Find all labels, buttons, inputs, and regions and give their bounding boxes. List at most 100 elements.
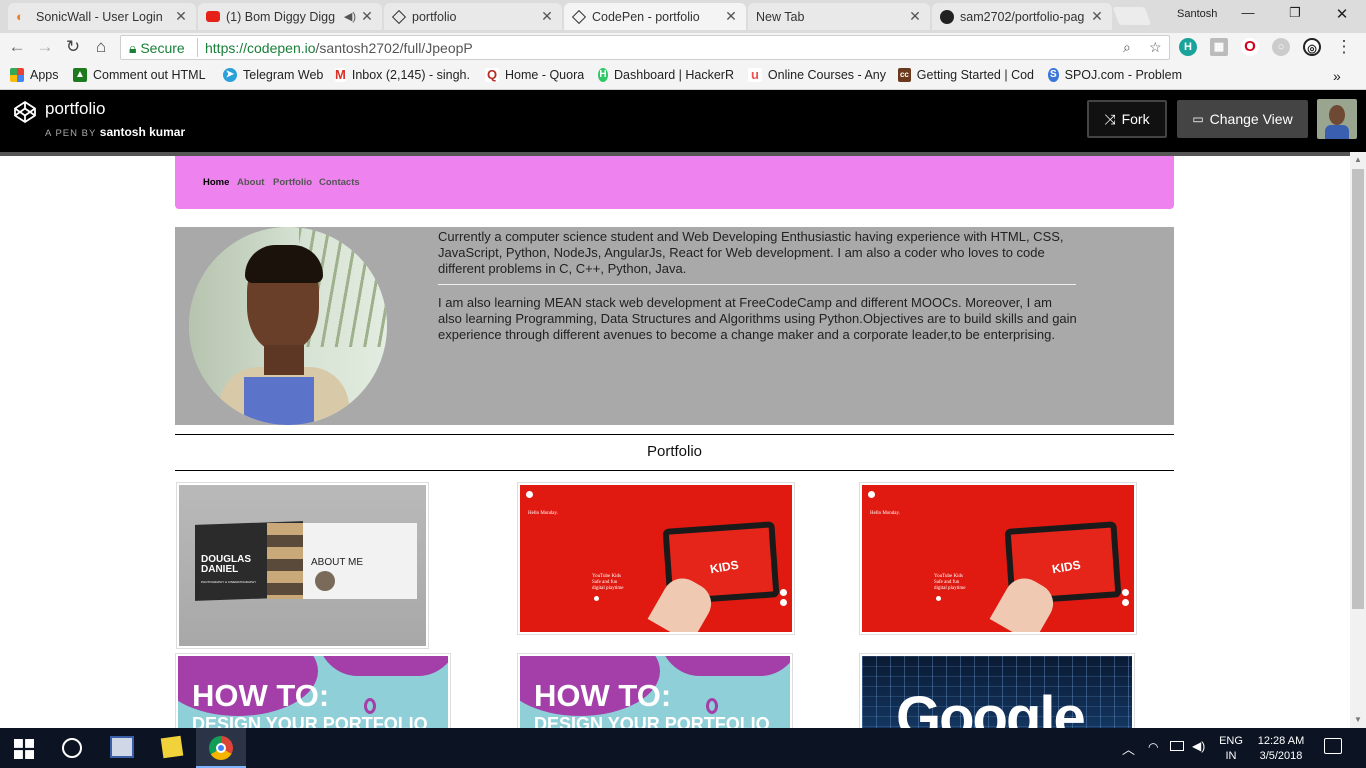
codepen-header: portfolio A PEN BY santosh kumar ⤨ Fork ▭… <box>0 90 1366 152</box>
tab-codepen-portfolio[interactable]: CodePen - portfolio ✕ <box>564 3 746 30</box>
close-icon[interactable]: ✕ <box>360 8 374 25</box>
windows-start-icon[interactable] <box>14 739 34 759</box>
portfolio-navbar: Home About Portfolio Contacts <box>175 156 1174 209</box>
bookmark-spoj[interactable]: S SPOJ.com - Problem <box>1048 68 1182 82</box>
page-scrollbar[interactable]: ▲ ▼ <box>1350 152 1366 728</box>
url-text[interactable]: https://codepen.io/santosh2702/full/Jpeo… <box>205 40 473 56</box>
sticky-notes-icon[interactable] <box>160 735 184 759</box>
author-link[interactable]: santosh kumar <box>100 125 185 139</box>
bookmark-telegram[interactable]: ➤ Telegram Web <box>223 68 323 82</box>
taskbar-chrome[interactable] <box>196 728 246 768</box>
codepen-icon <box>571 9 587 24</box>
forward-icon[interactable]: → <box>34 37 56 57</box>
bookmark-inbox[interactable]: M Inbox (2,145) - singh. <box>335 68 469 82</box>
pen-byline: A PEN BY santosh kumar <box>45 125 186 139</box>
profile-name[interactable]: Santosh <box>1177 8 1217 20</box>
tab-youtube[interactable]: (1) Bom Diggy Digg ◀) ✕ <box>198 3 382 30</box>
minimize-icon[interactable]: — <box>1233 5 1263 20</box>
chevron-up-icon[interactable]: ︿ <box>1122 739 1135 758</box>
window-close-icon[interactable]: ✕ <box>1327 5 1357 23</box>
extension-loop-icon[interactable]: ◎ <box>1303 38 1321 56</box>
volume-icon[interactable]: ◀) <box>1192 739 1205 753</box>
change-view-button[interactable]: ▭ Change View <box>1177 100 1308 138</box>
sonicwall-icon: ◐ <box>16 8 24 24</box>
divider <box>175 470 1174 471</box>
menu-icon[interactable]: ⋮ <box>1333 37 1355 57</box>
divider <box>197 38 198 57</box>
extension-h-icon[interactable]: H <box>1179 38 1197 56</box>
close-icon[interactable]: ✕ <box>540 8 554 25</box>
bookmark-comment-html[interactable]: ▲ Comment out HTML <box>73 68 207 82</box>
bookmarks-bar: Apps ▲ Comment out HTML ➤ Telegram Web M In… <box>0 62 1366 90</box>
nav-portfolio[interactable]: Portfolio <box>273 177 312 188</box>
close-icon[interactable]: ✕ <box>1090 8 1104 25</box>
calendar-icon[interactable]: ▦ <box>1210 38 1228 56</box>
github-icon <box>940 9 954 24</box>
gmail-icon: M <box>335 68 346 82</box>
scroll-down-icon[interactable]: ▼ <box>1350 712 1366 728</box>
portfolio-heading: Portfolio <box>646 443 703 460</box>
about-paragraph-2: I am also learning MEAN stack web develo… <box>438 295 1077 342</box>
bookmark-hackerrank[interactable]: H Dashboard | HackerR <box>598 68 734 82</box>
fork-icon: ⤨ <box>1104 110 1116 127</box>
portfolio-thumb-youtube-kids-1[interactable]: Hello Monday. KIDS YouTube Kids Safe and … <box>517 482 795 635</box>
youtube-icon <box>206 11 220 22</box>
back-icon[interactable]: ← <box>6 37 28 57</box>
tab-sonicwall[interactable]: ◐ SonicWall - User Login ✕ <box>8 3 196 30</box>
bookmark-apps[interactable]: Apps <box>10 68 59 82</box>
nav-contacts[interactable]: Contacts <box>319 177 360 188</box>
tab-github[interactable]: sam2702/portfolio-pag ✕ <box>932 3 1112 30</box>
new-tab-button[interactable] <box>1112 7 1152 25</box>
close-icon[interactable]: ✕ <box>724 8 738 25</box>
star-icon[interactable]: ☆ <box>1149 39 1162 56</box>
tab-new-tab[interactable]: New Tab ✕ <box>748 3 930 30</box>
book-title: DOUGLAS DANIEL PHOTOGRAPHY & CINEMATOGRAPH… <box>201 554 257 585</box>
opera-icon[interactable]: O <box>1241 38 1259 56</box>
nav-about[interactable]: About <box>237 177 264 188</box>
home-icon[interactable]: ⌂ <box>90 37 112 57</box>
codecademy-icon: cc <box>898 68 911 82</box>
windows-taskbar: ︿ ◠ ◀) ENG IN 12:28 AM 3/5/2018 <box>0 728 1366 768</box>
scrollbar-thumb[interactable] <box>1352 169 1364 609</box>
speaker-icon[interactable]: ◀) <box>344 10 356 23</box>
udemy-icon: u <box>748 68 762 82</box>
portfolio-thumb-google[interactable]: Google <box>859 653 1135 728</box>
clock[interactable]: 12:28 AM 3/5/2018 <box>1250 734 1312 764</box>
portfolio-thumb-youtube-kids-2[interactable]: Hello Monday. KIDS YouTube Kids Safe and … <box>859 482 1137 635</box>
bookmark-udemy[interactable]: u Online Courses - Any <box>748 68 886 82</box>
wifi-icon[interactable]: ◠ <box>1148 740 1158 754</box>
close-icon[interactable]: ✕ <box>908 8 922 25</box>
portfolio-thumb-howto-2[interactable]: HOW TO: DESIGN YOUR PORTFOLIO <box>517 653 793 728</box>
computer-icon[interactable] <box>110 736 134 758</box>
about-section: Currently a computer science student and… <box>175 227 1174 425</box>
pen-title: portfolio <box>45 99 106 118</box>
divider <box>438 284 1076 285</box>
chat-icon[interactable]: ○ <box>1272 38 1290 56</box>
nav-home[interactable]: Home <box>203 177 229 188</box>
more-bookmarks-icon[interactable]: » <box>1333 68 1341 84</box>
view-icon: ▭ <box>1192 112 1204 126</box>
hackerrank-icon: H <box>598 68 609 82</box>
maximize-icon[interactable]: ❐ <box>1280 5 1310 21</box>
bookmark-quora[interactable]: Q Home - Quora <box>485 68 584 82</box>
portfolio-thumb-howto-1[interactable]: HOW TO: DESIGN YOUR PORTFOLIO <box>175 653 451 728</box>
language-indicator[interactable]: ENG IN <box>1216 734 1246 764</box>
telegram-icon: ➤ <box>223 68 237 82</box>
notifications-icon[interactable] <box>1324 738 1342 754</box>
reload-icon[interactable]: ↻ <box>62 37 84 57</box>
cortana-icon[interactable] <box>62 738 82 758</box>
bookmark-codecademy[interactable]: cc Getting Started | Cod <box>898 68 1034 82</box>
battery-icon[interactable] <box>1170 741 1184 751</box>
close-icon[interactable]: ✕ <box>174 8 188 25</box>
zoom-icon[interactable]: ⌕ <box>1123 39 1131 56</box>
address-toolbar: ← → ↻ ⌂ 🔒︎ Secure https://codepen.io/san… <box>0 33 1366 62</box>
secure-indicator[interactable]: 🔒︎ Secure <box>129 40 185 57</box>
portfolio-thumb-book[interactable]: DOUGLAS DANIEL PHOTOGRAPHY & CINEMATOGRAPH… <box>176 482 429 649</box>
bookmark-green-icon: ▲ <box>73 68 87 82</box>
fork-button[interactable]: ⤨ Fork <box>1087 100 1167 138</box>
codepen-logo-icon[interactable] <box>13 100 37 124</box>
scroll-up-icon[interactable]: ▲ <box>1350 152 1366 168</box>
omnibox[interactable]: 🔒︎ Secure https://codepen.io/santosh2702… <box>120 35 1170 60</box>
tab-portfolio[interactable]: portfolio ✕ <box>384 3 562 30</box>
user-avatar[interactable] <box>1317 99 1357 139</box>
